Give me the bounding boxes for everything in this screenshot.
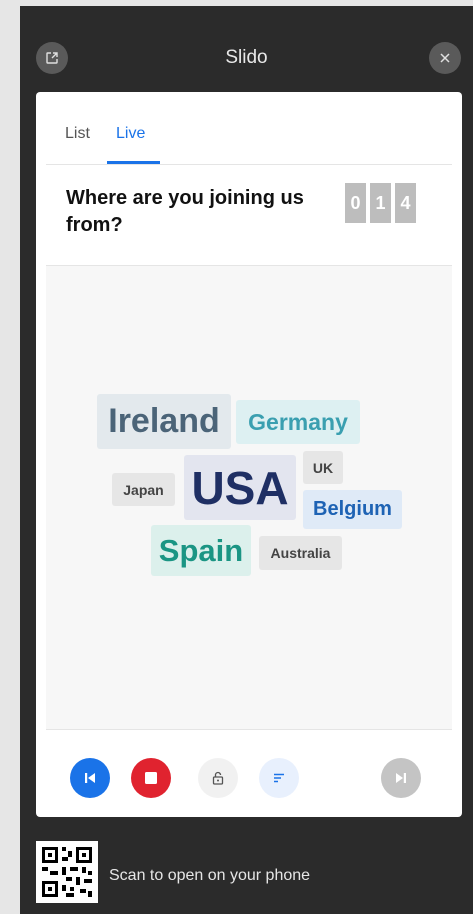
close-button[interactable] xyxy=(429,42,461,74)
sort-button[interactable] xyxy=(259,758,299,798)
divider xyxy=(46,729,452,730)
next-button[interactable] xyxy=(381,758,421,798)
word-germany: Germany xyxy=(236,400,360,444)
unlock-icon xyxy=(212,771,224,785)
question-text: Where are you joining us from? xyxy=(66,187,304,236)
counter-digit: 4 xyxy=(395,183,416,223)
stop-button[interactable] xyxy=(131,758,171,798)
counter-digit: 0 xyxy=(345,183,366,223)
word-australia: Australia xyxy=(259,536,342,570)
scan-instruction: Scan to open on your phone xyxy=(109,867,311,884)
skip-next-icon xyxy=(396,773,406,783)
word-cloud: Ireland Germany UK Japan USA Belgium Spa… xyxy=(46,266,452,729)
previous-button[interactable] xyxy=(70,758,110,798)
close-icon xyxy=(440,53,450,63)
tab-list[interactable]: List xyxy=(65,124,90,144)
participant-counter: 0 1 4 xyxy=(345,183,416,223)
active-tab-indicator xyxy=(107,161,160,164)
tab-bar: List Live xyxy=(46,102,452,165)
word-uk: UK xyxy=(303,451,343,484)
lock-button[interactable] xyxy=(198,758,238,798)
stop-icon xyxy=(145,772,157,784)
word-spain: Spain xyxy=(151,525,251,576)
slido-panel: Slido List Live Where are you joining us… xyxy=(20,6,473,914)
tab-live[interactable]: Live xyxy=(116,124,145,144)
window-title: Slido xyxy=(225,47,268,68)
word-usa: USA xyxy=(184,455,296,520)
word-ireland: Ireland xyxy=(97,394,231,449)
poll-card: List Live Where are you joining us from?… xyxy=(36,92,462,817)
qr-code xyxy=(36,841,98,903)
word-japan: Japan xyxy=(112,473,175,506)
sort-lines-icon xyxy=(274,773,284,783)
skip-previous-icon xyxy=(85,773,95,783)
qr-code-icon xyxy=(42,847,92,897)
counter-digit: 1 xyxy=(370,183,391,223)
word-belgium: Belgium xyxy=(303,490,402,529)
